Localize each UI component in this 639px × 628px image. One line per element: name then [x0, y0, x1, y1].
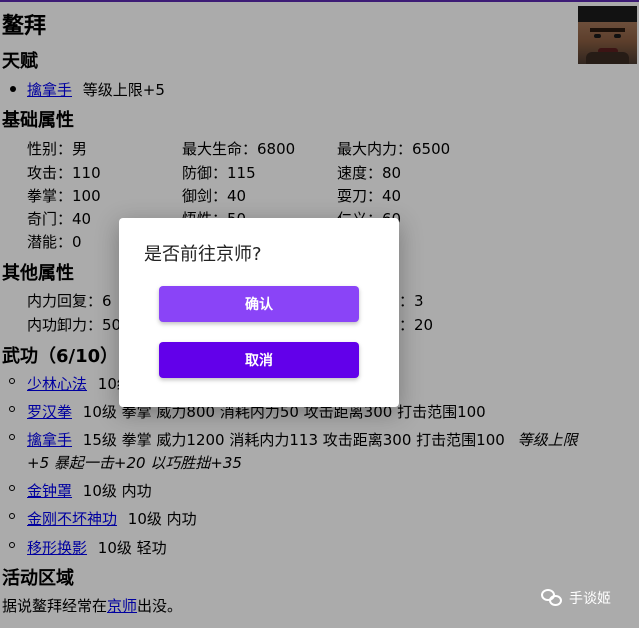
watermark-text: 手谈姬	[569, 591, 611, 607]
confirm-button[interactable]: 确认	[159, 286, 359, 322]
confirm-dialog: 是否前往京师? 确认 取消	[119, 218, 399, 407]
wechat-icon	[541, 589, 563, 607]
dialog-title: 是否前往京师?	[144, 244, 262, 265]
cancel-button[interactable]: 取消	[159, 342, 359, 378]
watermark: 手谈姬	[541, 588, 611, 608]
